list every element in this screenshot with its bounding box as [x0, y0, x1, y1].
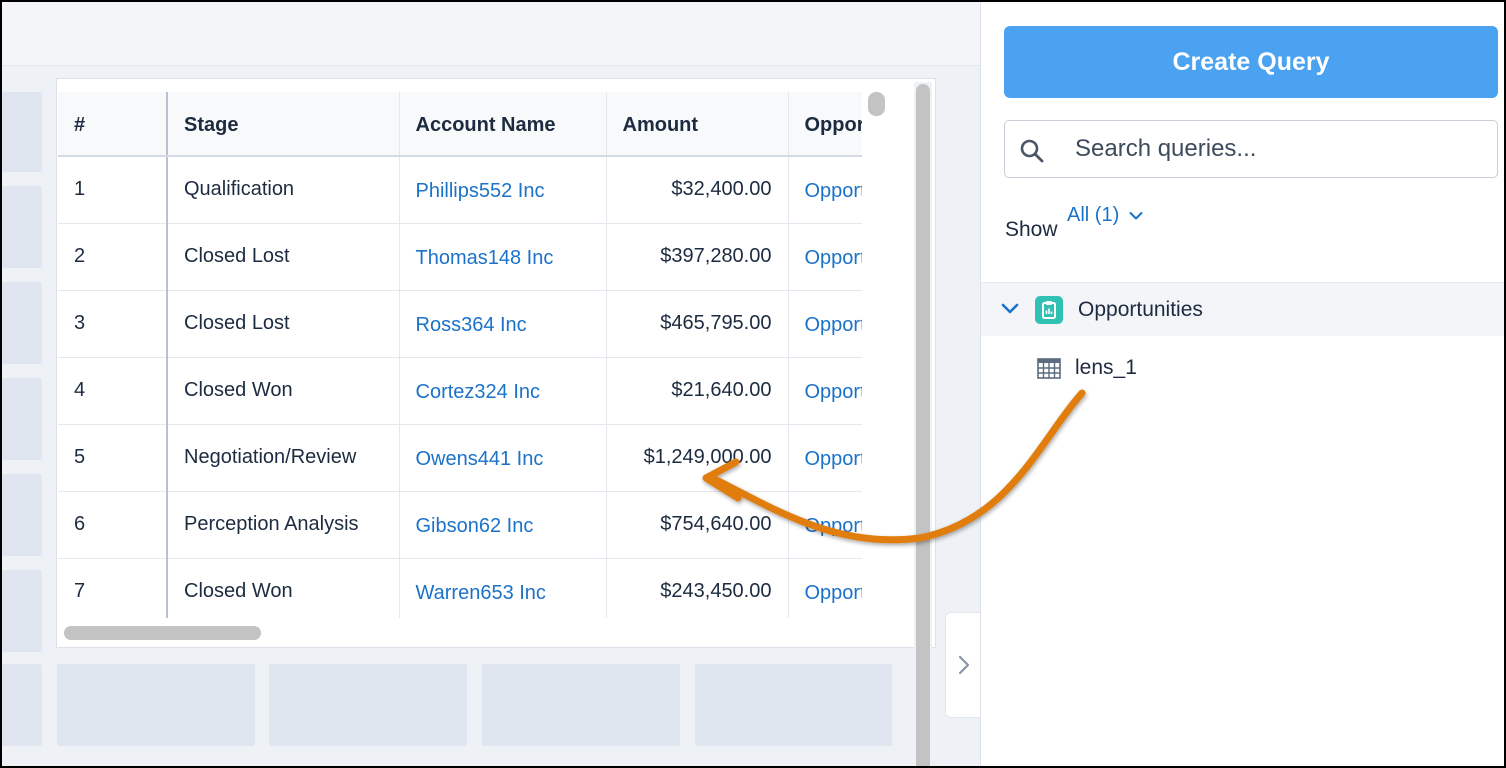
opportunity-link[interactable]: Opportunity	[788, 558, 862, 618]
row-number-cell: 3	[58, 290, 168, 358]
opportunity-link[interactable]: Opportunity	[788, 223, 862, 291]
column-header-amount[interactable]: Amount	[606, 92, 789, 157]
table-horizontal-scrollbar[interactable]	[64, 626, 261, 640]
opportunity-link[interactable]: Opportunity	[788, 290, 862, 358]
amount-cell: $32,400.00	[606, 156, 789, 224]
dashboard-canvas: # Stage Account Name Amount Opportunity …	[0, 0, 980, 768]
amount-cell: $1,249,000.00	[606, 424, 789, 492]
stage-cell: Closed Lost	[167, 290, 400, 358]
account-name-link[interactable]: Warren653 Inc	[399, 558, 607, 618]
chevron-down-icon	[1129, 211, 1143, 219]
canvas-header	[0, 0, 980, 66]
table-row[interactable]: 1 Qualification Phillips552 Inc $32,400.00 O…	[58, 156, 862, 224]
show-filter-value: All (1)	[1067, 204, 1120, 226]
amount-cell: $21,640.00	[606, 357, 789, 425]
row-number-cell: 7	[58, 558, 168, 618]
account-name-link[interactable]: Ross364 Inc	[399, 290, 607, 358]
query-panel: Create Query Show All (1) Opportunities	[980, 0, 1506, 768]
opportunity-link[interactable]: Opportunity	[788, 357, 862, 425]
stage-cell: Closed Won	[167, 558, 400, 618]
account-name-link[interactable]: Gibson62 Inc	[399, 491, 607, 559]
account-name-link[interactable]: Owens441 Inc	[399, 424, 607, 492]
stage-cell: Closed Won	[167, 357, 400, 425]
stage-cell: Negotiation/Review	[167, 424, 400, 492]
create-query-button[interactable]: Create Query	[1004, 26, 1498, 98]
canvas-vertical-scrollbar[interactable]	[916, 84, 930, 768]
placeholder-tile	[269, 664, 467, 746]
account-name-link[interactable]: Thomas148 Inc	[399, 223, 607, 291]
show-filter-dropdown[interactable]: All (1)	[1067, 204, 1143, 227]
search-box[interactable]	[1004, 120, 1498, 178]
group-label: Opportunities	[1078, 298, 1203, 321]
placeholder-tile	[0, 570, 42, 652]
amount-cell: $397,280.00	[606, 223, 789, 291]
column-header-num[interactable]: #	[58, 92, 168, 157]
expand-panel-button[interactable]	[945, 612, 980, 718]
stage-cell: Perception Analysis	[167, 491, 400, 559]
table-row[interactable]: 5 Negotiation/Review Owens441 Inc $1,249,00…	[58, 424, 862, 492]
placeholder-tile	[0, 92, 42, 172]
row-number-cell: 4	[58, 357, 168, 425]
data-table-viewport: # Stage Account Name Amount Opportunity …	[58, 92, 862, 618]
chevron-down-icon[interactable]	[1001, 302, 1019, 316]
table-row[interactable]: 7 Closed Won Warren653 Inc $243,450.00 Oppor…	[58, 558, 862, 618]
table-icon	[1037, 358, 1061, 379]
placeholder-tile	[0, 474, 42, 556]
search-icon	[1020, 139, 1044, 163]
amount-cell: $465,795.00	[606, 290, 789, 358]
amount-cell: $243,450.00	[606, 558, 789, 618]
account-name-link[interactable]: Cortez324 Inc	[399, 357, 607, 425]
column-header-opportunity[interactable]: Opportunity	[788, 92, 862, 157]
amount-cell: $754,640.00	[606, 491, 789, 559]
placeholder-tile	[57, 664, 255, 746]
placeholder-tile	[695, 664, 892, 746]
opportunity-link[interactable]: Opportunity	[788, 491, 862, 559]
show-filter-label: Show	[1005, 218, 1058, 241]
query-item-label: lens_1	[1075, 356, 1137, 379]
row-number-cell: 2	[58, 223, 168, 291]
data-table: # Stage Account Name Amount Opportunity …	[58, 92, 862, 618]
column-header-stage[interactable]: Stage	[167, 92, 400, 157]
opportunity-link[interactable]: Opportunity	[788, 156, 862, 224]
table-row[interactable]: 4Closed WonCortez324 Inc$21,640.00Opport…	[58, 357, 862, 425]
account-name-link[interactable]: Phillips552 Inc	[399, 156, 607, 224]
search-input[interactable]	[1075, 131, 1475, 167]
table-vertical-scrollbar[interactable]	[868, 92, 885, 116]
stage-cell: Qualification	[167, 156, 400, 224]
placeholder-tile	[0, 186, 42, 268]
table-row[interactable]: 2 Closed Lost Thomas148 Inc $397,280.00 Oppo…	[58, 223, 862, 291]
row-number-cell: 1	[58, 156, 168, 224]
table-row[interactable]: 3Closed LostRoss364 Inc$465,795.00Opport…	[58, 290, 862, 358]
chevron-right-icon	[958, 655, 969, 675]
clipboard-chart-icon	[1035, 296, 1063, 324]
placeholder-tile	[0, 664, 42, 746]
opportunity-link[interactable]: Opportunity	[788, 424, 862, 492]
placeholder-tile	[0, 282, 42, 364]
column-header-account-name[interactable]: Account Name	[399, 92, 607, 157]
table-row[interactable]: 6 Perception Analysis Gibson62 Inc $754,640…	[58, 491, 862, 559]
table-header-row: # Stage Account Name Amount Opportunity	[58, 92, 862, 157]
query-group-opportunities[interactable]: Opportunities	[981, 282, 1506, 336]
placeholder-tile	[0, 378, 42, 460]
placeholder-tile	[482, 664, 680, 746]
stage-cell: Closed Lost	[167, 223, 400, 291]
row-number-cell: 6	[58, 491, 168, 559]
row-number-cell: 5	[58, 424, 168, 492]
